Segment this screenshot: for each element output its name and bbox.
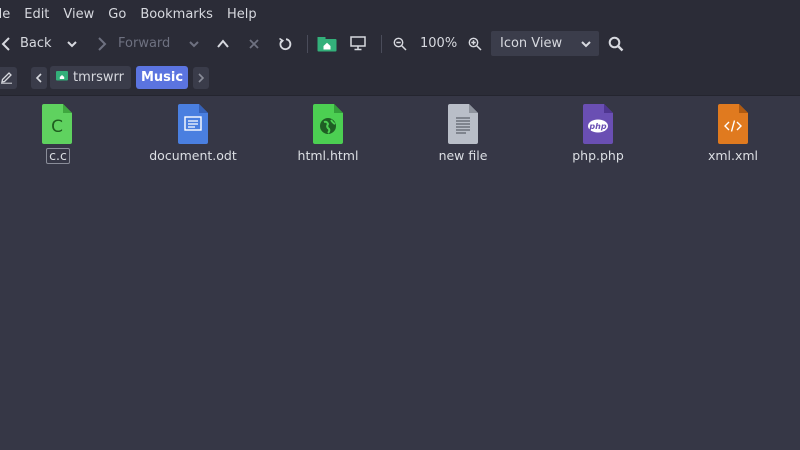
breadcrumb-home-label: tmrswrr [73,70,124,85]
breadcrumb-current[interactable]: Music [136,66,188,89]
view-mode-select[interactable]: Icon View [491,31,599,56]
pencil-icon [0,69,13,88]
search-icon [608,36,624,52]
home-folder-icon [317,36,337,52]
chevron-right-icon [197,69,205,88]
back-label: Back [20,36,52,51]
menu-help[interactable]: Help [227,7,257,22]
back-history-dropdown[interactable] [66,28,82,59]
view-mode-label: Icon View [500,36,563,51]
reload-button[interactable] [278,28,294,59]
zoom-level[interactable]: 100% [420,28,460,59]
breadcrumb-current-label: Music [140,70,184,85]
php-icon: php [583,104,613,148]
document-icon [178,104,208,148]
menu-view[interactable]: View [63,7,94,22]
home-button[interactable] [317,28,339,59]
zoom-out-icon [393,37,407,51]
file-name: new file [438,148,488,163]
home-folder-icon [56,70,68,85]
forward-label: Forward [118,36,171,51]
toolbar-separator [307,35,308,53]
file-name: php.php [572,148,624,163]
file-name: html.html [297,148,359,163]
reload-icon [278,37,292,51]
zoom-out-button[interactable] [393,28,409,59]
zoom-in-icon [468,37,482,51]
chevron-down-icon [580,38,592,53]
back-arrow-icon [0,36,12,52]
svg-text:php: php [588,122,606,131]
toolbar: Back Forward 100% Icon View [0,28,800,59]
monitor-icon [350,36,366,51]
c-source-icon: C [42,104,72,148]
computer-button[interactable] [350,28,368,59]
file-name: document.odt [149,148,237,163]
chevron-left-icon [35,69,43,88]
toolbar-separator [381,35,382,53]
edit-location-button[interactable] [0,67,17,89]
xml-code-icon [718,104,748,148]
menu-edit[interactable]: Edit [24,7,49,22]
chevron-down-icon [188,39,200,49]
menu-bar: ile Edit View Go Bookmarks Help [0,0,800,28]
menu-go[interactable]: Go [108,7,126,22]
menu-file[interactable]: ile [0,7,10,22]
forward-history-dropdown[interactable] [188,28,202,59]
up-button[interactable] [216,28,232,59]
zoom-in-button[interactable] [468,28,484,59]
html-globe-icon [313,104,343,148]
chevron-down-icon [66,39,78,49]
search-button[interactable] [608,28,626,59]
back-button[interactable]: Back [0,28,55,59]
forward-arrow-icon [96,36,108,52]
breadcrumb-home[interactable]: tmrswrr [50,66,131,89]
forward-button[interactable]: Forward [96,28,176,59]
close-icon [248,38,260,50]
svg-text:C: C [51,117,63,137]
path-scroll-left-button[interactable] [31,67,47,89]
file-name: xml.xml [707,148,759,163]
chevron-up-icon [216,38,230,50]
text-file-icon [448,104,478,148]
file-name: c.c [46,148,70,164]
stop-button[interactable] [248,28,262,59]
menu-bookmarks[interactable]: Bookmarks [140,7,213,22]
path-bar: tmrswrr Music [0,59,800,96]
path-scroll-right-button[interactable] [193,67,209,89]
